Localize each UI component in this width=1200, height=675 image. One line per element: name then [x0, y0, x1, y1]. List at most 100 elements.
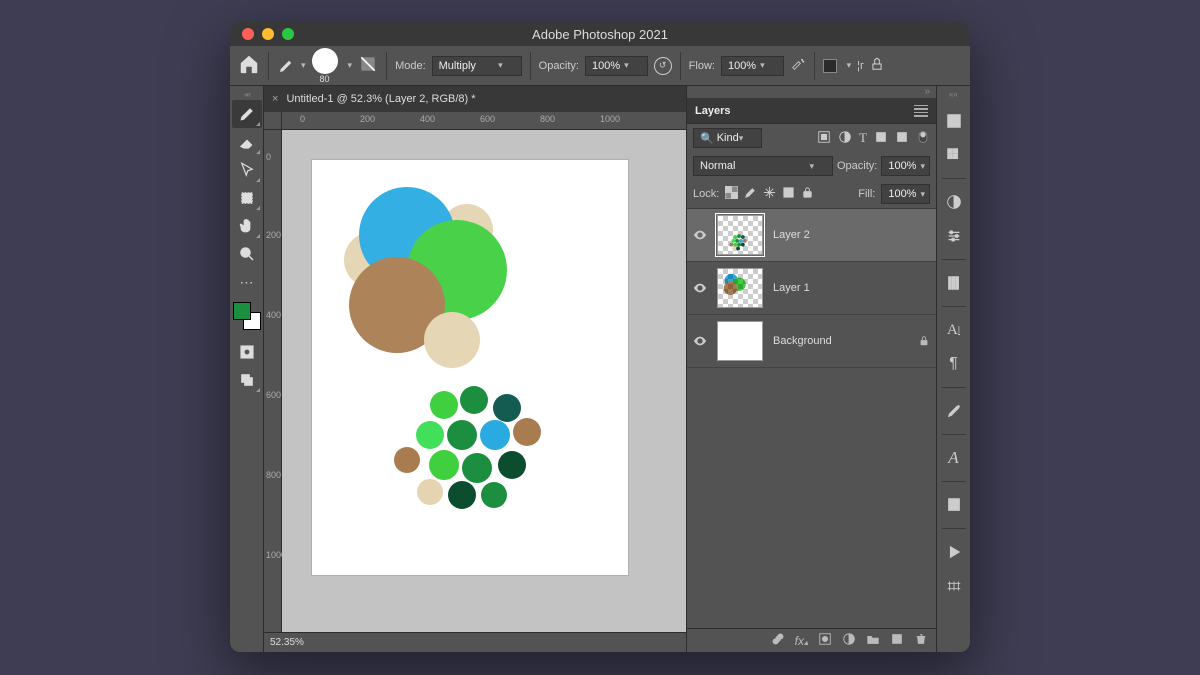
smoothing-chevron[interactable]: ▾	[847, 60, 852, 71]
layer-name[interactable]: Background	[773, 335, 908, 347]
swatches-panel-icon[interactable]	[941, 142, 967, 168]
home-button[interactable]	[238, 53, 260, 78]
layers-panel-group: » Layers 🔍Kind▾ T	[686, 86, 936, 652]
panel-menu-button[interactable]	[914, 105, 928, 117]
hand-tool[interactable]	[232, 212, 262, 240]
ruler-tick: 400	[420, 114, 435, 124]
right-dock: «« A| ¶ A	[936, 86, 970, 652]
group-button[interactable]	[866, 632, 880, 649]
separator	[680, 52, 681, 80]
zoom-tool[interactable]	[232, 240, 262, 268]
new-layer-button[interactable]	[890, 632, 904, 649]
layer-name[interactable]: Layer 1	[773, 282, 930, 294]
layer-row[interactable]: Background	[687, 315, 936, 368]
link-layers-button[interactable]	[771, 632, 785, 649]
layer-row[interactable]: Layer 2	[687, 209, 936, 262]
app-window: Adobe Photoshop 2021 ▾ 80 ▾ Mode: Multip…	[230, 22, 970, 652]
layer-style-button[interactable]: fx▴	[795, 634, 808, 648]
character-panel-icon[interactable]: A|	[941, 317, 967, 343]
smoothing-checkbox[interactable]	[823, 59, 837, 73]
layer-blend-mode[interactable]: Normal▾	[693, 156, 833, 176]
delete-layer-button[interactable]	[914, 632, 928, 649]
brush-tool[interactable]	[232, 100, 262, 128]
layers-panel-tab[interactable]: Layers	[687, 98, 936, 124]
layer-thumbnail[interactable]	[717, 215, 763, 255]
timeline-panel-icon[interactable]	[941, 573, 967, 599]
pressure-opacity-button[interactable]: ↺	[654, 57, 672, 75]
layer-mask-button[interactable]	[818, 632, 832, 649]
filter-adjustment-icon[interactable]	[838, 130, 852, 147]
separator	[530, 52, 531, 80]
adjustment-layer-button[interactable]	[842, 632, 856, 649]
ruler-vertical[interactable]: 0 200 400 600 800 1000	[264, 130, 282, 632]
layer-name[interactable]: Layer 2	[773, 229, 930, 241]
history-panel-icon[interactable]	[941, 492, 967, 518]
filter-pixel-icon[interactable]	[817, 130, 831, 147]
document-tabbar: × Untitled-1 @ 52.3% (Layer 2, RGB/8) *	[264, 86, 686, 112]
layer-thumbnail[interactable]	[717, 321, 763, 361]
filter-kind-value: Kind	[717, 132, 739, 144]
brush-panel-toggle[interactable]	[358, 54, 378, 77]
properties-panel-icon[interactable]	[941, 223, 967, 249]
lock-pixels-icon[interactable]	[744, 186, 757, 202]
close-tab-button[interactable]: ×	[272, 93, 278, 105]
opacity-field[interactable]: 100%▾	[585, 56, 648, 76]
marquee-tool[interactable]	[232, 184, 262, 212]
lock-transparent-icon[interactable]	[725, 186, 738, 202]
minimize-window-button[interactable]	[262, 28, 274, 40]
blend-mode-select[interactable]: Multiply▾	[432, 56, 522, 76]
eraser-tool[interactable]	[232, 128, 262, 156]
edit-toolbar-button[interactable]: ⋯	[232, 268, 262, 296]
move-tool[interactable]	[232, 156, 262, 184]
tool-preset-picker[interactable]: ▾	[277, 57, 306, 75]
document-tab-title[interactable]: Untitled-1 @ 52.3% (Layer 2, RGB/8) *	[286, 93, 475, 105]
maximize-window-button[interactable]	[282, 28, 294, 40]
screen-mode-button[interactable]	[232, 366, 262, 394]
layer-filter-kind[interactable]: 🔍Kind▾	[693, 128, 762, 148]
foreground-color-swatch[interactable]	[233, 302, 251, 320]
actions-panel-icon[interactable]	[941, 539, 967, 565]
layer-visibility-toggle[interactable]	[693, 334, 707, 348]
airbrush-button[interactable]	[790, 57, 806, 74]
close-window-button[interactable]	[242, 28, 254, 40]
ruler-tick: 200	[266, 230, 281, 240]
filter-toggle-switch[interactable]	[916, 130, 930, 147]
ruler-horizontal[interactable]: 0 200 400 600 800 1000	[264, 112, 686, 130]
ruler-origin[interactable]	[264, 112, 282, 130]
symmetry-button[interactable]: ¦г	[857, 60, 864, 72]
brush-picker-chevron[interactable]: ▾	[348, 60, 353, 71]
dock-handle[interactable]: ««	[949, 90, 958, 100]
color-swatches[interactable]	[233, 302, 261, 330]
ruler-tick: 800	[266, 470, 281, 480]
color-panel-icon[interactable]	[941, 108, 967, 134]
share-icon[interactable]	[870, 57, 884, 74]
layer-visibility-toggle[interactable]	[693, 281, 707, 295]
layer-thumbnail[interactable]	[717, 268, 763, 308]
lock-all-icon[interactable]	[801, 186, 814, 202]
layer-row[interactable]: Layer 1	[687, 262, 936, 315]
brushes-panel-icon[interactable]	[941, 398, 967, 424]
filter-type-icon[interactable]: T	[859, 130, 867, 146]
toolbox-handle[interactable]: ««	[244, 90, 249, 100]
paragraph-panel-icon[interactable]: ¶	[941, 351, 967, 377]
lock-position-icon[interactable]	[763, 186, 776, 202]
flow-field[interactable]: 100%▾	[721, 56, 784, 76]
fill-label: Fill:	[858, 188, 875, 200]
glyphs-panel-icon[interactable]: A	[941, 445, 967, 471]
filter-shape-icon[interactable]	[874, 130, 888, 147]
ruler-tick: 800	[540, 114, 555, 124]
layer-fill-field[interactable]: 100%▾	[881, 184, 930, 204]
libraries-panel-icon[interactable]	[941, 270, 967, 296]
brush-preview[interactable]: 80	[312, 48, 338, 84]
panel-collapse-button[interactable]: »	[687, 86, 936, 98]
quick-mask-button[interactable]	[232, 338, 262, 366]
adjustments-panel-icon[interactable]	[941, 189, 967, 215]
lock-artboard-icon[interactable]	[782, 186, 795, 202]
filter-smart-icon[interactable]	[895, 130, 909, 147]
canvas-viewport[interactable]	[282, 130, 686, 632]
layer-opacity-field[interactable]: 100%▾	[881, 156, 930, 176]
zoom-status[interactable]: 52.35%	[270, 637, 304, 648]
canvas[interactable]	[312, 160, 628, 575]
layer-visibility-toggle[interactable]	[693, 228, 707, 242]
ruler-tick: 600	[266, 390, 281, 400]
